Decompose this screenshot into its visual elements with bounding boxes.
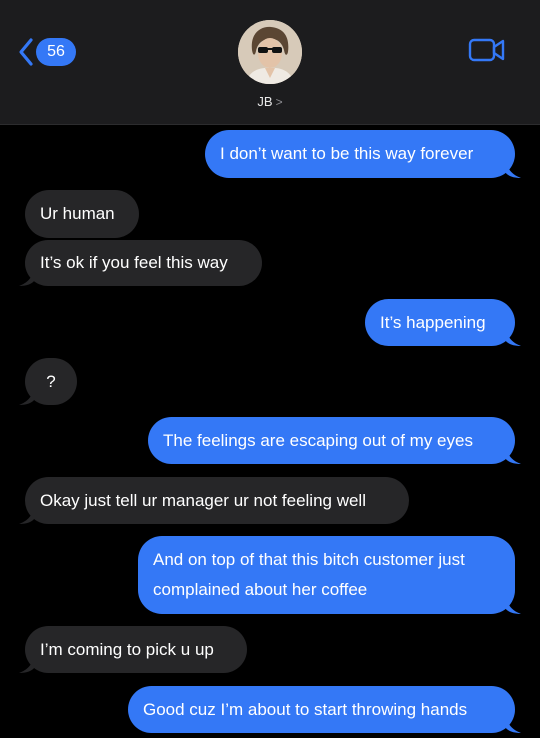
contact-photo — [238, 20, 302, 84]
video-camera-icon — [468, 38, 505, 62]
message-bubble-outgoing[interactable]: And on top of that this bitch customer j… — [138, 536, 521, 614]
bubble-tail — [19, 504, 35, 524]
bubble-tail — [505, 444, 521, 464]
facetime-video-button[interactable] — [468, 38, 506, 67]
message-bubble-incoming[interactable]: I’m coming to pick u up — [19, 626, 247, 673]
bubble-tail — [19, 266, 35, 286]
message-bubble-incoming[interactable]: ? — [19, 358, 77, 405]
message-bubble-outgoing[interactable]: I don’t want to be this way forever — [205, 130, 521, 178]
message-bubble-outgoing[interactable]: The feelings are escaping out of my eyes — [148, 417, 521, 464]
bubble-tail — [505, 594, 521, 614]
back-button[interactable]: 56 — [18, 36, 76, 68]
contact-avatar[interactable] — [238, 20, 302, 84]
message-text: And on top of that this bitch customer j… — [153, 550, 465, 599]
bubble-tail — [19, 653, 35, 673]
message-text: It’s happening — [380, 313, 486, 332]
chevron-left-icon — [19, 38, 33, 66]
message-bubble-outgoing[interactable]: Good cuz I’m about to start throwing han… — [128, 686, 521, 733]
message-text: Good cuz I’m about to start throwing han… — [143, 700, 468, 719]
bubble-tail — [19, 385, 35, 405]
contact-name: JB — [257, 94, 273, 109]
unread-count-badge: 56 — [36, 38, 76, 66]
message-text: I’m coming to pick u up — [40, 640, 214, 659]
message-bubble-outgoing[interactable]: It’s happening — [365, 299, 521, 346]
message-bubble-incoming[interactable]: Okay just tell ur manager ur not feeling… — [19, 477, 409, 524]
chevron-right-icon: > — [275, 95, 283, 109]
bubble-tail — [505, 713, 521, 733]
message-text: It’s ok if you feel this way — [40, 253, 228, 272]
bubble-tail — [505, 158, 521, 178]
message-bubble-incoming[interactable]: Ur human — [25, 190, 139, 238]
bubble-tail — [505, 326, 521, 346]
message-text: Okay just tell ur manager ur not feeling… — [40, 491, 366, 510]
message-text: ? — [46, 372, 56, 391]
message-text: I don’t want to be this way forever — [220, 144, 474, 163]
message-text: The feelings are escaping out of my eyes — [163, 431, 473, 450]
message-bubble-incoming[interactable]: It’s ok if you feel this way — [19, 240, 262, 286]
contact-name-row[interactable]: JB > — [0, 94, 540, 109]
message-text: Ur human — [40, 204, 115, 223]
conversation-header: 56 JB > — [0, 0, 540, 125]
